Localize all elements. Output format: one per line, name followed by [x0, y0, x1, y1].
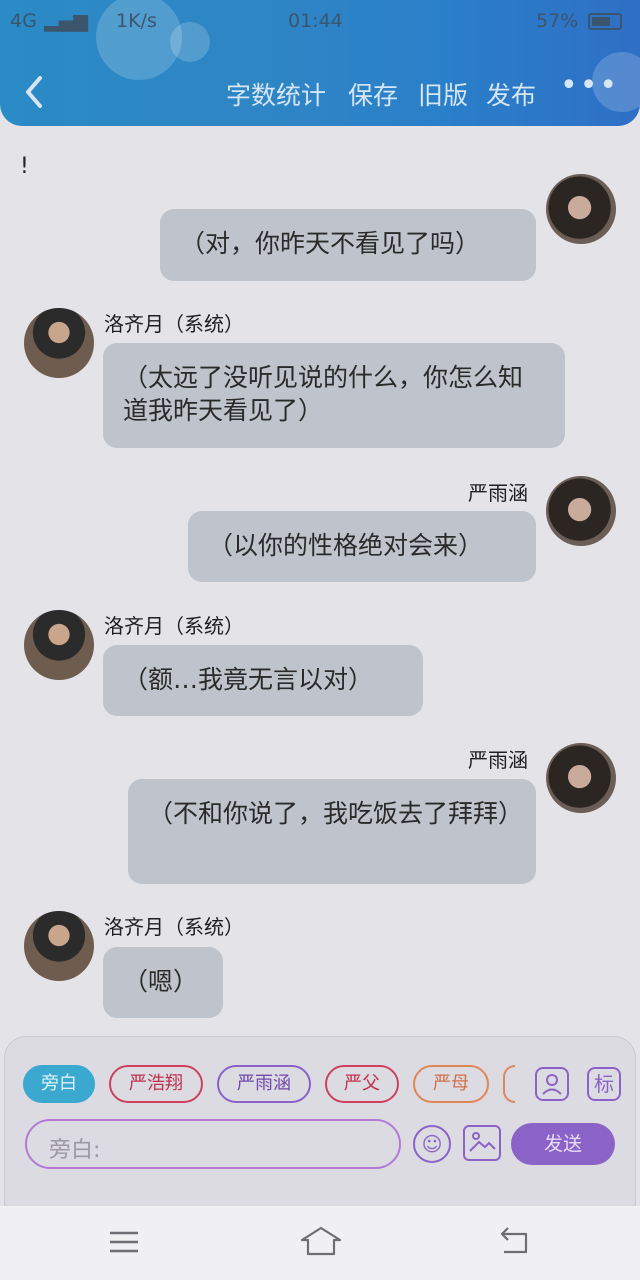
person-icon-svg: [542, 1074, 562, 1095]
sender-name: 严雨涵: [468, 748, 528, 772]
role-chip[interactable]: 严父: [325, 1065, 399, 1103]
message-bubble: （以你的性格绝对会来）: [188, 511, 536, 582]
menu-icon-svg: [110, 1231, 138, 1253]
top-header: 4G ▂▄▆ 1K/s 01:44 57% 字数统计 保存 旧版 发布 •••: [0, 0, 640, 126]
publish-button[interactable]: 发布: [486, 76, 536, 112]
sender-name: 洛齐月（系统）: [104, 915, 244, 939]
avatar-right[interactable]: [546, 743, 616, 813]
sender-name: 严雨涵: [468, 481, 528, 505]
tag-icon[interactable]: 标: [587, 1067, 621, 1101]
emoji-icon[interactable]: ☺: [413, 1125, 451, 1163]
menu-icon[interactable]: [104, 1224, 144, 1260]
send-button[interactable]: 发送: [511, 1123, 615, 1165]
role-chip[interactable]: 严浩翔: [109, 1065, 203, 1103]
message-bubble: （对，你昨天不看见了吗）: [160, 209, 536, 281]
image-icon[interactable]: [463, 1125, 501, 1161]
status-bar: 4G ▂▄▆ 1K/s 01:44 57%: [0, 0, 640, 44]
back-chevron-icon[interactable]: [18, 72, 54, 112]
person-icon[interactable]: [535, 1067, 569, 1101]
message-bubble: （不和你说了，我吃饭去了拜拜）: [128, 779, 536, 884]
word-count-button[interactable]: 字数统计: [226, 76, 326, 112]
avatar-left[interactable]: [24, 308, 94, 378]
message-bubble: （额…我竟无言以对）: [103, 645, 423, 716]
chevron-left-icon: [26, 76, 42, 108]
image-icon-svg: [469, 1132, 496, 1152]
avatar-right[interactable]: [546, 174, 616, 244]
battery-icon: [588, 13, 622, 30]
role-chip[interactable]: 严雨涵: [217, 1065, 311, 1103]
signal-icon: ▂▄▆: [44, 10, 88, 32]
sender-name: 洛齐月（系统）: [104, 312, 244, 336]
nav-bar: 字数统计 保存 旧版 发布 •••: [0, 60, 640, 126]
clock: 01:44: [288, 10, 343, 32]
speed-label: 1K/s: [116, 10, 157, 32]
leading-text: !: [20, 154, 29, 179]
more-options-icon[interactable]: •••: [560, 68, 619, 103]
system-nav-bar: [0, 1206, 640, 1280]
network-label: 4G: [10, 10, 37, 32]
battery-label: 57%: [536, 10, 579, 32]
avatar-left[interactable]: [24, 610, 94, 680]
avatar-left[interactable]: [24, 911, 94, 981]
back-icon-svg: [500, 1227, 528, 1254]
message-bubble: （嗯）: [103, 947, 223, 1018]
home-icon-svg: [300, 1226, 342, 1256]
home-icon[interactable]: [298, 1224, 344, 1260]
avatar-right[interactable]: [546, 476, 616, 546]
message-bubble: （太远了没听见说的什么，你怎么知道我昨天看见了）: [103, 343, 565, 448]
message-input[interactable]: 旁白:: [25, 1119, 401, 1169]
back-icon[interactable]: [494, 1224, 534, 1260]
sender-name: 洛齐月（系统）: [104, 614, 244, 638]
old-version-button[interactable]: 旧版: [418, 76, 468, 112]
role-chip-partial[interactable]: [503, 1065, 515, 1103]
save-button[interactable]: 保存: [348, 76, 398, 112]
role-chip[interactable]: 严母: [413, 1065, 489, 1103]
composer-panel: 旁白 严浩翔 严雨涵 严父 严母 标 旁白: ☺ 发送: [4, 1036, 636, 1208]
role-chip-narration[interactable]: 旁白: [23, 1065, 95, 1103]
chat-area: ! （对，你昨天不看见了吗） 洛齐月（系统） （太远了没听见说的什么，你怎么知道…: [0, 126, 640, 1036]
